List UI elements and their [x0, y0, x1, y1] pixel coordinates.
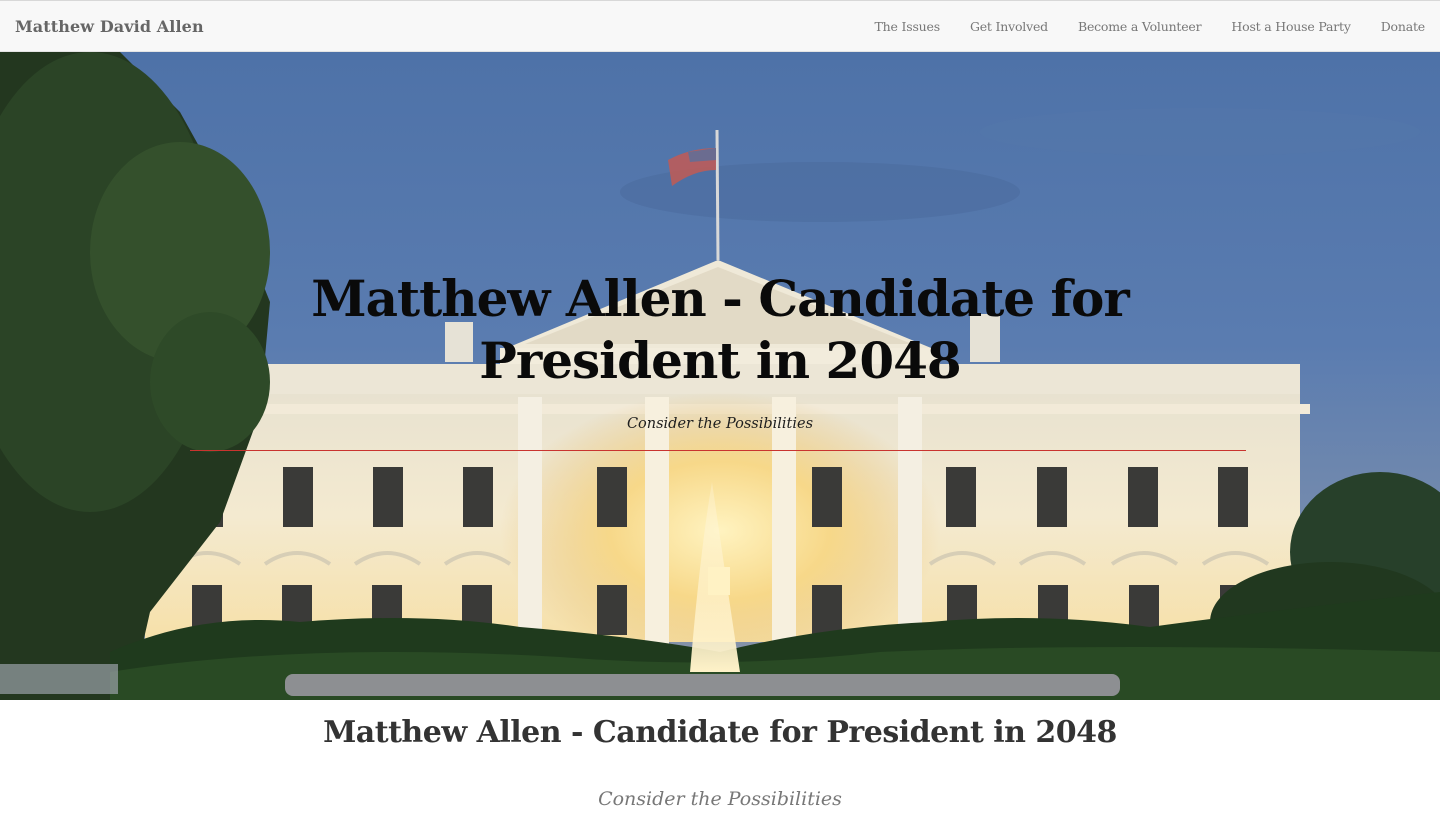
hero-title: Matthew Allen - Candidate for President …	[311, 269, 1129, 390]
nav-link-become-volunteer[interactable]: Become a Volunteer	[1063, 19, 1216, 34]
hero-divider	[190, 450, 1246, 451]
nav-item-get-involved: Get Involved	[955, 1, 1063, 51]
section-title: Matthew Allen - Candidate for President …	[323, 715, 1117, 750]
nav-link-donate[interactable]: Donate	[1366, 19, 1440, 34]
navbar: Matthew David Allen The Issues Get Invol…	[0, 0, 1440, 52]
nav-link-host-house-party[interactable]: Host a House Party	[1216, 19, 1365, 34]
hero-banner: Matthew Allen - Candidate for President …	[0, 52, 1440, 700]
nav-item-donate: Donate	[1366, 1, 1440, 51]
nav-link-the-issues[interactable]: The Issues	[860, 19, 955, 34]
nav-item-issues: The Issues	[860, 1, 955, 51]
hero-subtitle: Consider the Possibilities	[626, 416, 814, 432]
nav-link-get-involved[interactable]: Get Involved	[955, 19, 1063, 34]
nav-item-house-party: Host a House Party	[1216, 1, 1365, 51]
section-subtitle: Consider the Possibilities	[598, 788, 842, 810]
nav-item-volunteer: Become a Volunteer	[1063, 1, 1216, 51]
nav-menu: The Issues Get Involved Become a Volunte…	[860, 1, 1440, 51]
brand-link[interactable]: Matthew David Allen	[15, 17, 204, 36]
